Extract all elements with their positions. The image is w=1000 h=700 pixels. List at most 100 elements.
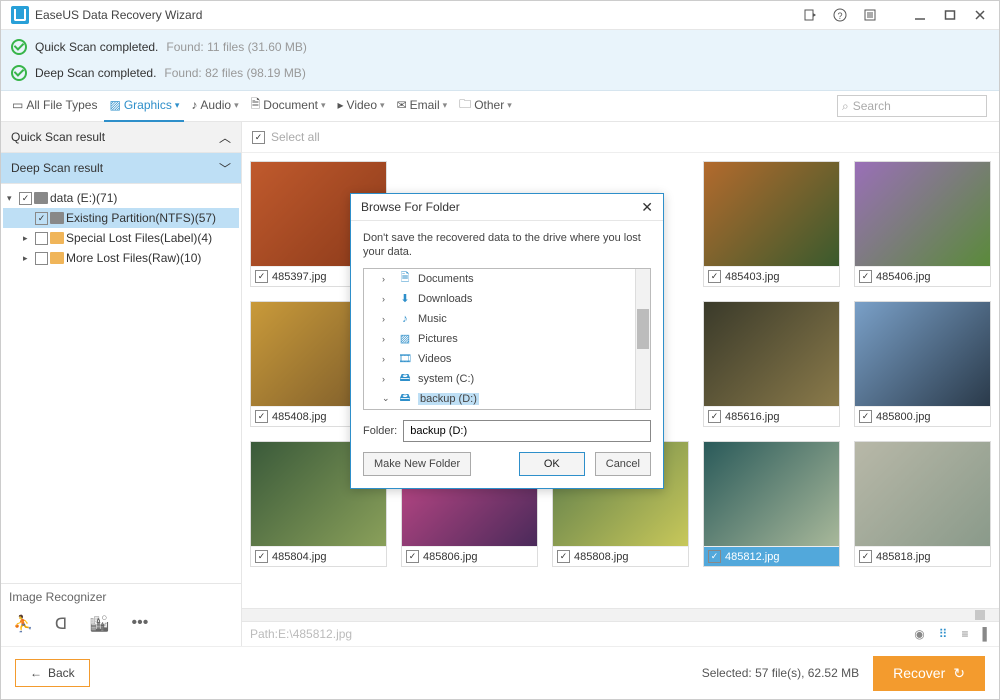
folder-item-label: backup (D:) [418, 393, 479, 405]
close-button[interactable] [965, 4, 995, 26]
expand-icon[interactable]: › [382, 354, 392, 364]
deep-scan-panel-header[interactable]: Deep Scan result ﹀ [1, 153, 241, 184]
folder-item-label: Videos [418, 353, 451, 365]
folder-icon [50, 232, 64, 244]
dialog-close-button[interactable]: ✕ [641, 199, 653, 216]
filetype-video[interactable]: ▸Video▾ [333, 90, 390, 122]
recognizer-person-icon[interactable]: ⛹ [13, 614, 33, 634]
thumbnail-checkbox[interactable]: ✓ [859, 270, 872, 283]
select-all-row[interactable]: ✓ Select all [242, 122, 999, 153]
recover-button[interactable]: Recover ↻ [873, 656, 985, 691]
horizontal-scrollbar[interactable] [242, 608, 999, 621]
svg-text:?: ? [837, 11, 842, 21]
quick-scan-panel-header[interactable]: Quick Scan result ︿ [1, 122, 241, 153]
tree-node-more-lost[interactable]: ▸ More Lost Files(Raw)(10) [3, 248, 239, 268]
thumbnail-image [855, 442, 990, 546]
folder-item-label: system (C:) [418, 373, 474, 385]
tree-node-existing-partition[interactable]: ✓ Existing Partition(NTFS)(57) [3, 208, 239, 228]
folder-tree-item[interactable]: ⌄🖴backup (D:) [364, 389, 650, 409]
expand-icon[interactable]: › [382, 314, 392, 324]
cancel-button[interactable]: Cancel [595, 452, 651, 476]
drive-icon [50, 212, 64, 224]
menu-icon[interactable] [855, 4, 885, 26]
thumbnail-filename: 485397.jpg [272, 271, 326, 283]
chevron-up-icon: ︿ [219, 129, 231, 146]
thumbnail[interactable]: ✓485800.jpg [854, 301, 991, 427]
checkbox[interactable]: ✓ [35, 212, 48, 225]
thumbnail-checkbox[interactable]: ✓ [708, 550, 721, 563]
folder-tree-item[interactable]: ›♪Music [364, 309, 650, 329]
thumbnail-checkbox[interactable]: ✓ [406, 550, 419, 563]
tree-node-root[interactable]: ▾ ✓ data (E:)(71) [3, 188, 239, 208]
folder-item-label: Pictures [418, 333, 458, 345]
thumbnail[interactable]: ✓ 485403.jpg [703, 161, 840, 287]
thumbnail[interactable]: ✓ 485818.jpg [854, 441, 991, 567]
filetype-graphics[interactable]: ▨Graphics▾ [104, 90, 184, 122]
grid-view-icon[interactable]: ⠿ [939, 627, 948, 641]
folder-tree-item[interactable]: ›⬇Downloads [364, 289, 650, 309]
folder-input[interactable] [403, 420, 651, 442]
recognizer-building-icon[interactable]: 🏙 [89, 614, 109, 634]
thumbnail[interactable]: ✓485812.jpg [703, 441, 840, 567]
expand-icon[interactable]: › [382, 374, 392, 384]
scan-status-panel: Quick Scan completed. Found: 11 files (3… [1, 30, 999, 91]
filetype-all[interactable]: ▭All File Types [7, 90, 102, 122]
thumbnail-checkbox[interactable]: ✓ [255, 270, 268, 283]
checkbox[interactable] [35, 232, 48, 245]
thumbnail-checkbox[interactable]: ✓ [557, 550, 570, 563]
thumbnail-filename: 485403.jpg [725, 271, 779, 283]
search-input[interactable]: ⌕ Search [837, 95, 987, 117]
checkbox[interactable] [35, 252, 48, 265]
path-label: Path:E:\485812.jpg [250, 627, 352, 641]
filetype-other[interactable]: 🗀Other▾ [454, 90, 517, 122]
thumbnail-checkbox[interactable]: ✓ [708, 270, 721, 283]
folder-item-icon: 🖴 [398, 369, 412, 388]
thumbnail-checkbox[interactable]: ✓ [255, 410, 268, 423]
checkbox[interactable]: ✓ [19, 192, 32, 205]
ok-button[interactable]: OK [519, 452, 585, 476]
thumbnail-image [855, 162, 990, 266]
expand-icon[interactable]: ▸ [23, 253, 33, 264]
make-new-folder-button[interactable]: Make New Folder [363, 452, 471, 476]
expand-icon[interactable]: ▸ [23, 233, 33, 244]
recognizer-animal-icon[interactable]: ᗡ [55, 614, 67, 634]
thumbnail-image [855, 302, 990, 406]
thumbnail-checkbox[interactable]: ✓ [708, 410, 721, 423]
list-view-icon[interactable]: ≡ [961, 627, 968, 641]
minimize-button[interactable] [905, 4, 935, 26]
thumbnail-filename: 485818.jpg [876, 551, 930, 563]
recognizer-more-icon[interactable]: ••• [132, 614, 149, 634]
folder-tree-item[interactable]: ›🎞Videos [364, 349, 650, 369]
tree-node-special-lost[interactable]: ▸ Special Lost Files(Label)(4) [3, 228, 239, 248]
filetype-audio[interactable]: ♪Audio▾ [186, 90, 243, 122]
thumbnail-checkbox[interactable]: ✓ [859, 410, 872, 423]
detail-view-icon[interactable]: ▌ [982, 627, 991, 641]
preview-icon[interactable]: ◉ [914, 627, 924, 641]
help-icon[interactable]: ? [825, 4, 855, 26]
thumbnail-checkbox[interactable]: ✓ [859, 550, 872, 563]
folder-tree-item[interactable]: ›🗎Documents [364, 269, 650, 289]
result-tree: ▾ ✓ data (E:)(71) ✓ Existing Partition(N… [1, 184, 241, 583]
expand-icon[interactable]: › [382, 274, 392, 284]
search-placeholder: Search [853, 99, 891, 113]
expand-icon[interactable]: › [382, 334, 392, 344]
filetype-document[interactable]: 🗎Document▾ [246, 90, 331, 122]
collapse-icon[interactable]: ▾ [7, 193, 17, 204]
maximize-button[interactable] [935, 4, 965, 26]
import-icon[interactable] [795, 4, 825, 26]
vertical-scrollbar[interactable] [635, 269, 650, 409]
thumbnail-checkbox[interactable]: ✓ [255, 550, 268, 563]
thumbnail-image [704, 442, 839, 546]
filetype-email[interactable]: ✉Email▾ [392, 90, 453, 122]
folder-tree-item[interactable]: › 🖴 system (C:) [364, 369, 650, 389]
thumbnail[interactable]: ✓485406.jpg [854, 161, 991, 287]
check-icon [11, 39, 27, 55]
expand-icon[interactable]: › [382, 294, 392, 304]
thumbnail[interactable]: ✓485616.jpg [703, 301, 840, 427]
folder-tree-item[interactable]: ›▨Pictures [364, 329, 650, 349]
select-all-checkbox[interactable]: ✓ [252, 131, 265, 144]
back-button[interactable]: ← Back [15, 659, 90, 687]
collapse-icon[interactable]: ⌄ [382, 393, 392, 404]
dialog-title: Browse For Folder [361, 200, 460, 214]
quick-scan-status: Quick Scan completed. [35, 40, 158, 54]
